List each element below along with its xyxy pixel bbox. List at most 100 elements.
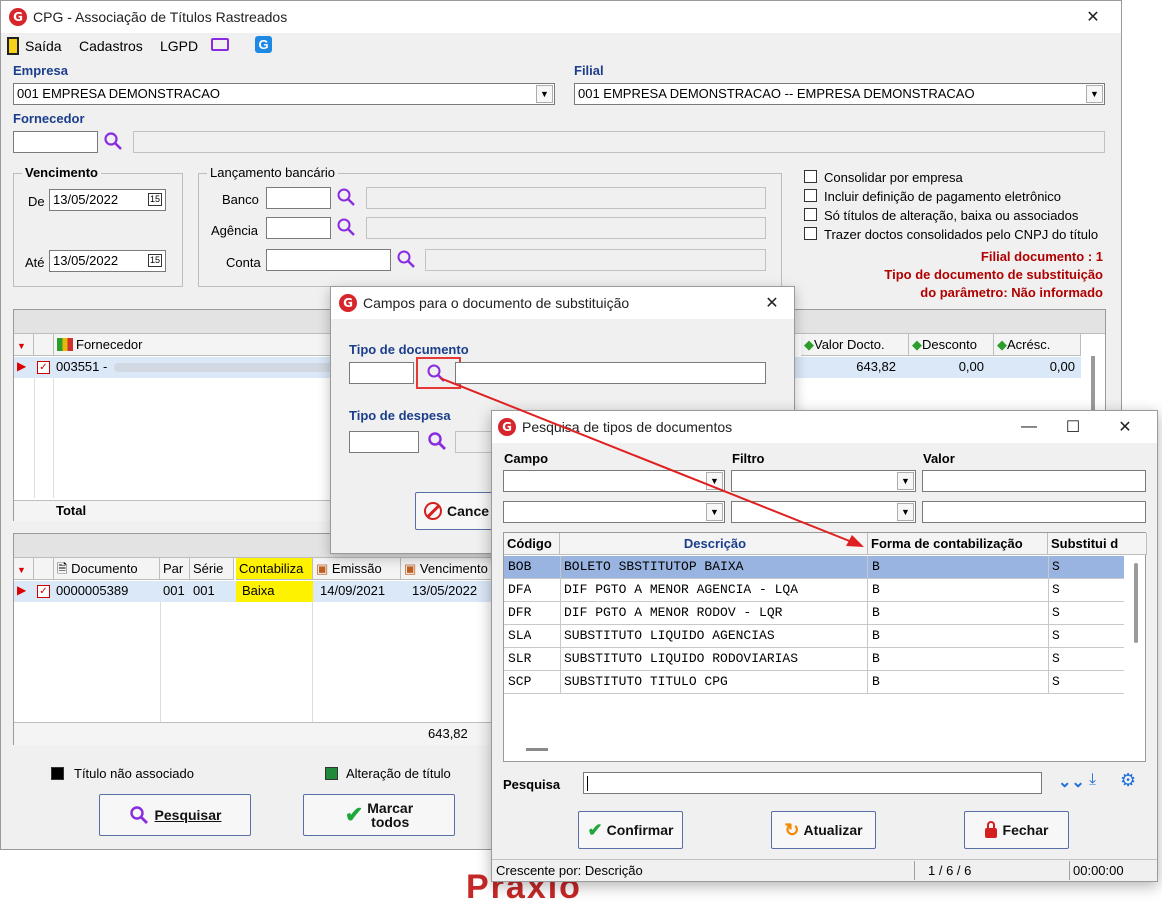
cell-substitui: S xyxy=(1052,559,1060,574)
close-icon[interactable]: ✕ xyxy=(1103,411,1147,443)
marcar-todos-button[interactable]: ✔ Marcar todos xyxy=(303,794,455,836)
valor-input-1[interactable] xyxy=(922,470,1146,492)
atualizar-button[interactable]: ↻ Atualizar xyxy=(771,811,876,849)
search-icon[interactable] xyxy=(396,249,416,269)
expand-down-icon[interactable]: ⌄⌄ xyxy=(1058,772,1085,792)
date-to-input[interactable]: 13/05/2022 15 xyxy=(49,250,166,272)
col-forma-contabilizacao[interactable]: Forma de contabilização xyxy=(868,533,1048,555)
cell-codigo: DFA xyxy=(508,582,532,597)
maximize-icon[interactable]: ☐ xyxy=(1051,411,1095,443)
checkbox-trazer-doctos[interactable] xyxy=(804,227,817,240)
tipo-documento-input[interactable] xyxy=(349,362,414,384)
filtro-select-2[interactable]: ▼ xyxy=(731,501,916,523)
row-acresc: 0,00 xyxy=(1049,359,1075,374)
campo-label: Campo xyxy=(504,451,549,466)
campo-select-1[interactable]: ▼ xyxy=(503,470,725,492)
checkbox-consolidar[interactable] xyxy=(804,170,817,183)
pesquisa-input[interactable] xyxy=(583,772,1042,794)
tipo-doc-subst-line2: do parâmetro: Não informado xyxy=(920,285,1103,300)
grid1-col-desconto[interactable]: ◆Desconto xyxy=(909,334,994,356)
grid2-indicator-header: ▼ xyxy=(14,558,34,580)
grid2-col-par[interactable]: Par xyxy=(160,558,190,580)
expand-bottom-icon[interactable]: ⤓ xyxy=(1089,771,1096,789)
filtro-label: Filtro xyxy=(732,451,765,466)
cancel-circle-icon xyxy=(424,502,442,520)
search-icon[interactable] xyxy=(336,217,356,237)
grid2-col-serie[interactable]: Série xyxy=(190,558,234,580)
gear-icon[interactable]: ⚙ xyxy=(1120,770,1136,791)
chevron-down-icon[interactable]: ▼ xyxy=(897,472,914,490)
results-header: Código Descrição Forma de contabilização… xyxy=(504,533,1147,556)
g-app-icon[interactable]: G xyxy=(255,36,272,53)
documentos-grid[interactable]: ▼ 🗎 Documento Par Série Contabiliza ▣ Em… xyxy=(13,533,494,745)
agencia-input[interactable] xyxy=(266,217,331,239)
cell-codigo: SCP xyxy=(508,674,532,689)
col-codigo[interactable]: Código xyxy=(504,533,560,555)
checkbox-so-titulos[interactable] xyxy=(804,208,817,221)
filtro-select-1[interactable]: ▼ xyxy=(731,470,916,492)
chevron-down-icon[interactable]: ▼ xyxy=(706,472,723,490)
col-substitui[interactable]: Substitui d xyxy=(1048,533,1147,555)
monitor-icon[interactable] xyxy=(211,38,229,51)
banco-input[interactable] xyxy=(266,187,331,209)
cell-codigo: BOB xyxy=(508,559,532,574)
menu-lgpd[interactable]: LGPD xyxy=(160,38,198,54)
grid2-col-vencimento[interactable]: ▣ Vencimento xyxy=(401,558,494,580)
row-checkbox[interactable]: ✓ xyxy=(37,361,50,374)
fornecedor-code-input[interactable] xyxy=(13,131,98,153)
legend-green-swatch xyxy=(325,767,338,780)
checkbox-pagamento-eletronico[interactable] xyxy=(804,189,817,202)
cancel-button[interactable]: Cance xyxy=(415,492,495,530)
checkbox-consolidar-label: Consolidar por empresa xyxy=(824,170,963,185)
close-icon[interactable]: ✕ xyxy=(1071,1,1115,33)
close-icon[interactable]: ✕ xyxy=(750,287,794,319)
search-icon[interactable] xyxy=(336,187,356,207)
calendar-icon[interactable]: 15 xyxy=(148,193,162,206)
search-icon[interactable] xyxy=(427,431,447,451)
filial-documento-text: Filial documento : 1 xyxy=(980,249,1103,264)
legend-alteracao: Alteração de título xyxy=(346,766,451,781)
cell-codigo: DFR xyxy=(508,605,532,620)
menu-saida[interactable]: Saída xyxy=(25,38,62,54)
campo-select-2[interactable]: ▼ xyxy=(503,501,725,523)
horizontal-scrollbar[interactable] xyxy=(526,748,548,751)
col-descricao[interactable]: Descrição xyxy=(560,533,868,555)
tipos-documentos-grid[interactable]: Código Descrição Forma de contabilização… xyxy=(503,532,1147,762)
pesquisa-title: Pesquisa de tipos de documentos xyxy=(522,419,733,435)
valor-input-2[interactable] xyxy=(922,501,1146,523)
grid1-check-header xyxy=(34,334,54,356)
pesquisar-button[interactable]: Pesquisar xyxy=(99,794,251,836)
chevron-down-icon[interactable]: ▼ xyxy=(1086,85,1103,103)
fechar-button[interactable]: Fechar xyxy=(964,811,1069,849)
grid2-col-contabiliza[interactable]: Contabiliza xyxy=(236,558,313,580)
filial-select[interactable]: 001 EMPRESA DEMONSTRACAO -- EMPRESA DEMO… xyxy=(574,83,1105,105)
banco-name-input xyxy=(366,187,766,209)
vertical-scrollbar[interactable] xyxy=(1134,563,1138,643)
chevron-down-icon[interactable]: ▼ xyxy=(706,503,723,521)
search-icon[interactable] xyxy=(103,131,123,151)
chevron-down-icon[interactable]: ▼ xyxy=(897,503,914,521)
cell-forma: B xyxy=(872,651,880,666)
grid1-col-acresc-label: Acrésc. xyxy=(1007,337,1051,352)
minimize-icon[interactable]: — xyxy=(1007,411,1051,443)
table-row[interactable]: ▶ ✓ 0000005389 001 001 Baixa 14/09/2021 … xyxy=(14,581,492,602)
grid1-col-acresc[interactable]: ◆Acrésc. xyxy=(994,334,1081,356)
empresa-select[interactable]: 001 EMPRESA DEMONSTRACAO ▼ xyxy=(13,83,555,105)
menu-cadastros[interactable]: Cadastros xyxy=(79,38,143,54)
pesquisar-label: Pesquisar xyxy=(154,807,222,823)
grid2-col-documento[interactable]: 🗎 Documento xyxy=(54,558,160,580)
confirmar-button[interactable]: ✔ Confirmar xyxy=(578,811,683,849)
conta-name-input xyxy=(425,249,766,271)
cancel-label: Cance xyxy=(447,503,490,519)
grid2-col-par-label: Par xyxy=(163,561,184,576)
date-from-input[interactable]: 13/05/2022 15 xyxy=(49,189,166,211)
chevron-down-icon[interactable]: ▼ xyxy=(536,85,553,103)
conta-input[interactable] xyxy=(266,249,391,271)
calendar-icon[interactable]: 15 xyxy=(148,254,162,267)
grid1-col-valor[interactable]: ◆Valor Docto. xyxy=(801,334,909,356)
tipo-despesa-input[interactable] xyxy=(349,431,419,453)
money-icon: ◆ xyxy=(997,337,1007,352)
row-checkbox[interactable]: ✓ xyxy=(37,585,50,598)
checkbox-pagamento-eletronico-label: Incluir definição de pagamento eletrônic… xyxy=(824,189,1062,204)
grid2-col-emissao[interactable]: ▣ Emissão xyxy=(313,558,401,580)
